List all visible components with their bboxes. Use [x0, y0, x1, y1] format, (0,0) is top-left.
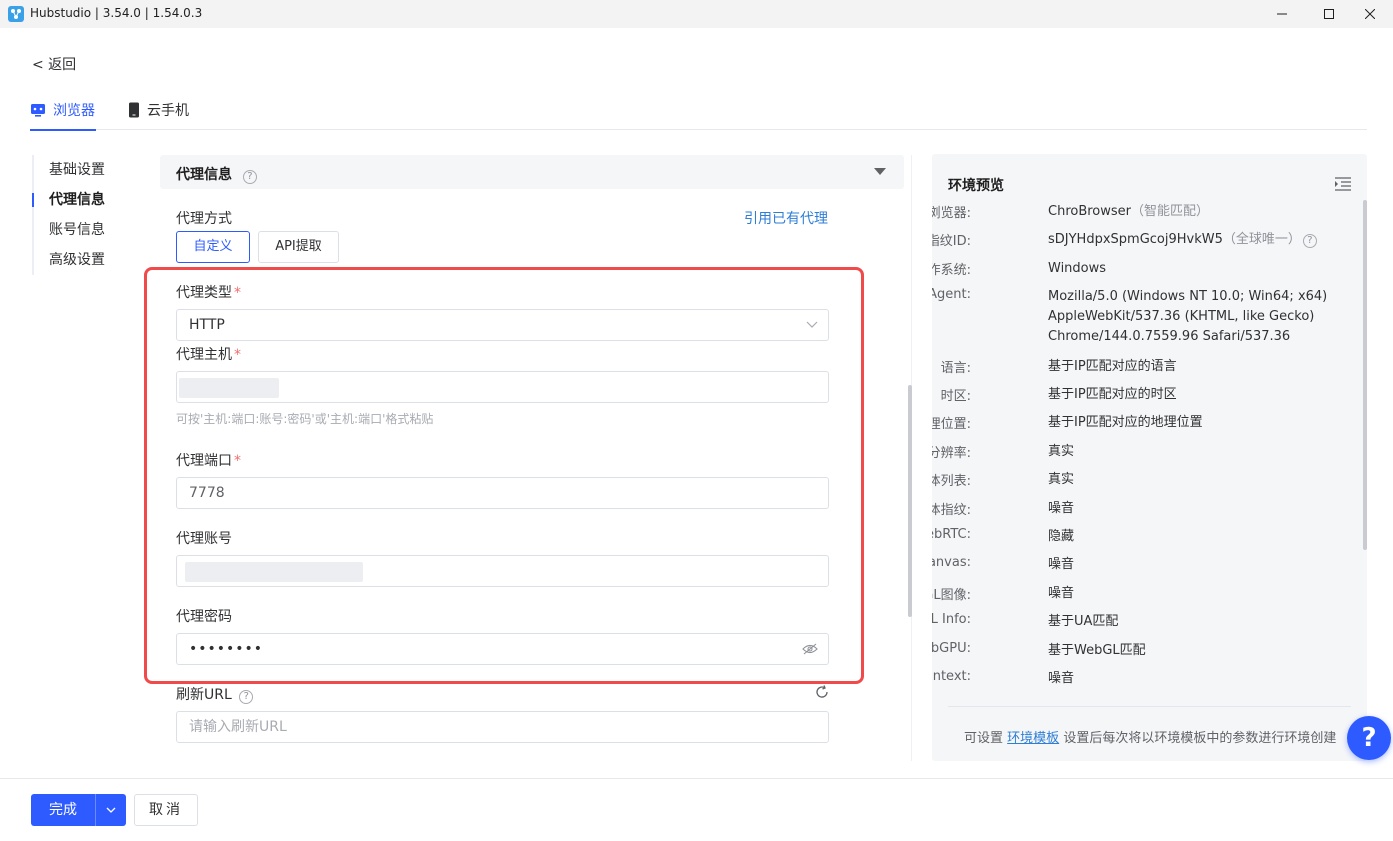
refresh-url-input[interactable] — [176, 711, 829, 743]
env-template-link[interactable]: 环境模板 — [1007, 731, 1059, 746]
required-mark: * — [234, 453, 241, 469]
sidenav-item-account[interactable]: 账号信息 — [34, 215, 105, 245]
refresh-icon[interactable] — [815, 685, 829, 699]
proxy-type-value: HTTP — [189, 317, 225, 333]
mode-custom-button[interactable]: 自定义 — [176, 231, 250, 263]
form-scrollbar[interactable] — [908, 385, 912, 617]
use-existing-proxy-link[interactable]: 引用已有代理 — [744, 208, 828, 228]
sidenav-item-proxy[interactable]: 代理信息 — [32, 185, 105, 215]
help-circle-icon[interactable]: ? — [242, 170, 257, 184]
caret-down-icon[interactable] — [874, 168, 886, 176]
refresh-url-field[interactable] — [189, 712, 816, 742]
eye-off-icon[interactable] — [802, 643, 818, 655]
proxy-type-label: 代理类型 * — [176, 285, 241, 301]
close-icon — [1365, 9, 1375, 19]
preview-footer: 可设置 环境模板 设置后每次将以环境模板中的参数进行环境创建 — [964, 731, 1337, 746]
required-mark: * — [234, 285, 241, 301]
proxy-section-header[interactable]: 代理信息 ? — [160, 155, 904, 189]
proxy-account-label: 代理账号 — [176, 531, 232, 547]
help-circle-icon[interactable]: ? — [1302, 234, 1317, 248]
help-fab-button[interactable]: ? — [1347, 716, 1391, 760]
title-bar: Hubstudio | 3.54.0 | 1.54.0.3 — [0, 0, 1393, 28]
redacted-host — [179, 378, 279, 398]
footer-bar: 完成 取消 — [0, 778, 1393, 841]
mode-api-button[interactable]: API提取 — [258, 231, 339, 263]
proxy-host-input[interactable] — [176, 371, 829, 403]
sidenav-item-advanced[interactable]: 高级设置 — [34, 245, 105, 275]
tab-cloud-phone[interactable]: 云手机 — [128, 100, 189, 130]
tab-cloud-phone-label: 云手机 — [147, 103, 189, 119]
sidenav-item-basic[interactable]: 基础设置 — [34, 155, 105, 185]
chevron-down-icon — [106, 807, 116, 813]
proxy-type-select[interactable]: HTTP — [176, 309, 829, 341]
required-mark: * — [234, 347, 241, 363]
preview-scrollbar[interactable] — [1363, 200, 1367, 550]
browser-icon — [31, 104, 45, 117]
list-indent-icon[interactable] — [1335, 177, 1351, 191]
proxy-port-field[interactable] — [189, 478, 816, 508]
app-logo-icon — [8, 6, 24, 22]
proxy-password-label: 代理密码 — [176, 609, 232, 625]
top-tabs: 浏览器 云手机 — [30, 92, 1367, 131]
env-preview-panel: 环境预览 浏览器: ChroBrowser（智能匹配） 指纹ID: sDJYHd… — [932, 154, 1367, 761]
proxy-port-label: 代理端口 * — [176, 453, 241, 469]
proxy-account-input[interactable] — [176, 555, 829, 587]
proxy-host-hint: 可按'主机:端口:账号:密码'或'主机:端口'格式粘贴 — [176, 412, 434, 426]
cancel-button[interactable]: 取消 — [134, 794, 198, 826]
close-button[interactable] — [1347, 0, 1393, 28]
tab-browser-label: 浏览器 — [53, 103, 95, 119]
section-title: 代理信息 ? — [176, 164, 257, 184]
preview-divider — [948, 706, 1351, 707]
phone-icon — [129, 102, 139, 118]
proxy-mode-label: 代理方式 — [176, 211, 232, 227]
done-button[interactable]: 完成 — [31, 794, 95, 826]
proxy-password-input[interactable]: •••••••• — [176, 633, 829, 665]
proxy-port-input[interactable] — [176, 477, 829, 509]
maximize-icon — [1324, 9, 1334, 19]
minimize-button[interactable] — [1259, 0, 1305, 28]
done-dropdown-button[interactable] — [95, 794, 126, 826]
back-link[interactable]: < 返回 — [32, 54, 76, 74]
refresh-url-label: 刷新URL ? — [176, 684, 254, 704]
redacted-account — [185, 562, 363, 582]
tab-browser[interactable]: 浏览器 — [30, 100, 96, 131]
proxy-password-value: •••••••• — [189, 641, 264, 657]
minimize-icon — [1277, 13, 1287, 15]
side-nav: 基础设置 代理信息 账号信息 高级设置 — [32, 155, 105, 275]
preview-title: 环境预览 — [948, 178, 1004, 194]
proxy-host-label: 代理主机 * — [176, 347, 241, 363]
window-title: Hubstudio | 3.54.0 | 1.54.0.3 — [30, 6, 203, 20]
help-circle-icon[interactable]: ? — [239, 690, 254, 704]
chevron-down-icon — [806, 321, 818, 328]
maximize-button[interactable] — [1306, 0, 1352, 28]
